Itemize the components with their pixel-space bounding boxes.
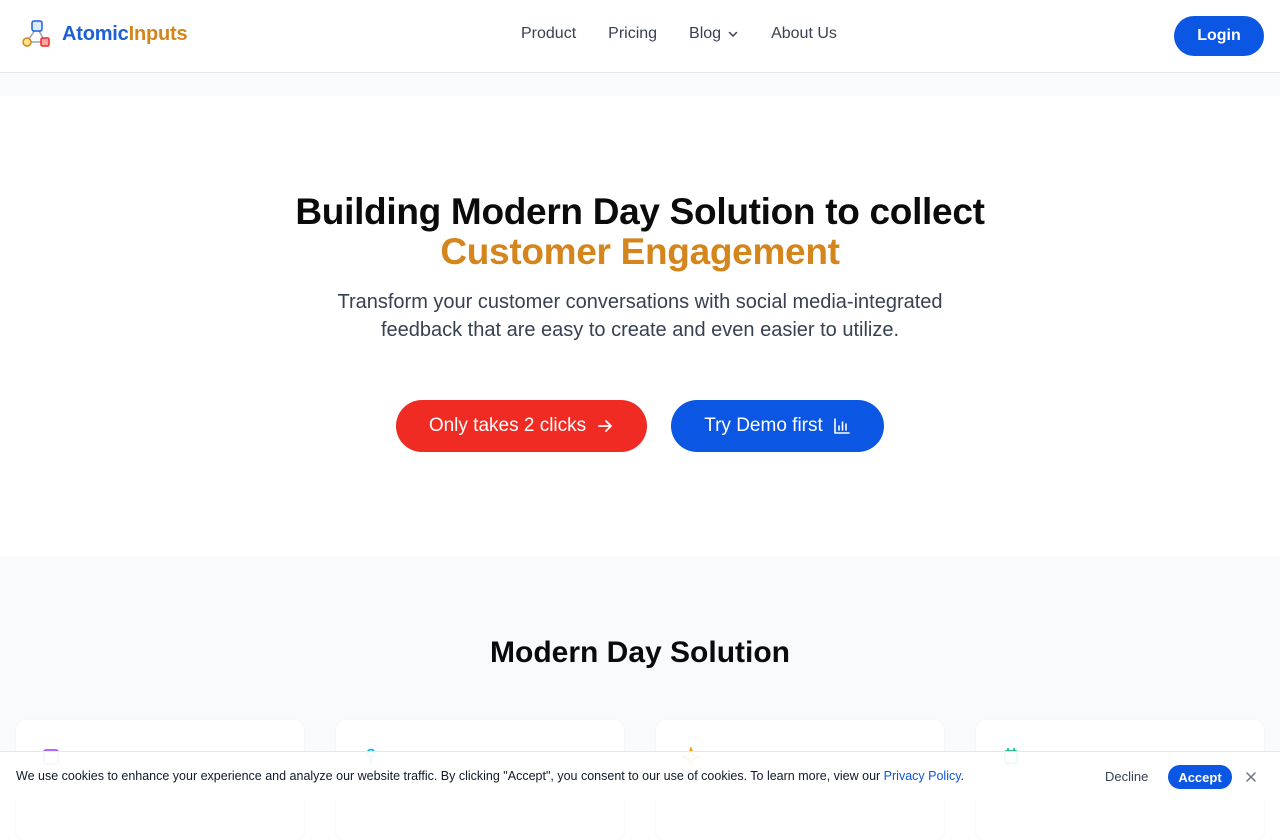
nav-item-product[interactable]: Product <box>521 25 576 43</box>
chevron-down-icon <box>728 31 738 37</box>
cookie-message-period: . <box>960 769 965 783</box>
hero-subtitle: Transform your customer conversations wi… <box>290 288 990 344</box>
logo-text-atomic: Atomic <box>62 22 129 45</box>
nav-item-pricing[interactable]: Pricing <box>608 25 657 43</box>
demo-cta-label: Try Demo first <box>704 415 823 436</box>
accept-button[interactable]: Accept <box>1168 765 1232 789</box>
decline-button[interactable]: Decline <box>1105 769 1148 784</box>
nav-item-blog-label: Blog <box>689 25 722 42</box>
cookie-message-text: We use cookies to enhance your experienc… <box>16 769 884 783</box>
primary-cta-label: Only takes 2 clicks <box>428 415 587 436</box>
logo-text: AtomicInputs <box>62 22 188 46</box>
hero-title-line1: Building Modern Day Solution to collect <box>295 191 985 232</box>
hero-subtitle-line1: Transform your customer conversations wi… <box>337 291 943 313</box>
login-button[interactable]: Login <box>1174 16 1264 56</box>
logo-icon <box>22 20 50 47</box>
primary-cta-button[interactable]: Only takes 2 clicks <box>396 400 647 452</box>
bar-chart-icon <box>833 418 850 434</box>
hero-subtitle-line2: feedback that are easy to create and eve… <box>380 319 900 341</box>
arrow-right-icon <box>598 420 613 432</box>
logo-text-inputs: Inputs <box>128 22 188 45</box>
nav-item-about[interactable]: About Us <box>771 25 837 43</box>
solution-title: Modern Day Solution <box>490 636 790 669</box>
hero-title-accent: Customer Engagement <box>440 231 840 272</box>
site-header: AtomicInputs Product Pricing Blog About … <box>0 0 1280 73</box>
header-spacer <box>0 73 1280 96</box>
logo[interactable]: AtomicInputs <box>20 18 188 50</box>
cookie-banner: We use cookies to enhance your experienc… <box>0 751 1280 800</box>
demo-cta-button[interactable]: Try Demo first <box>671 400 884 452</box>
hero-section: Building Modern Day Solution to collect … <box>0 96 1280 556</box>
main-nav: Product Pricing Blog About Us <box>521 25 837 43</box>
cookie-message: We use cookies to enhance your experienc… <box>16 769 964 783</box>
privacy-policy-link[interactable]: Privacy Policy <box>884 769 961 783</box>
nav-item-blog[interactable]: Blog <box>689 25 739 43</box>
close-icon[interactable] <box>1245 771 1257 783</box>
hero-title: Building Modern Day Solution to collect … <box>0 192 1280 272</box>
